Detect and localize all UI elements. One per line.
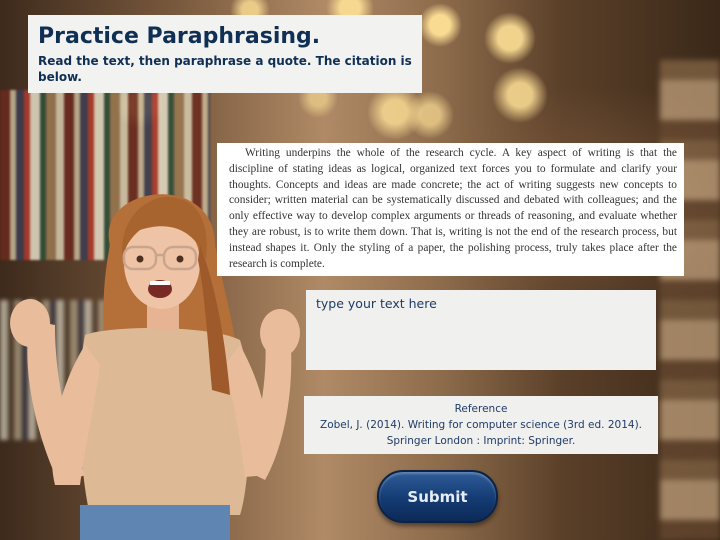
bookshelf-right	[660, 60, 720, 540]
title-panel: Practice Paraphrasing. Read the text, th…	[28, 15, 422, 93]
reference-heading: Reference	[454, 403, 508, 415]
page-title: Practice Paraphrasing.	[38, 24, 321, 49]
reference-line-1: Zobel, J. (2014). Writing for computer s…	[320, 419, 642, 431]
submit-button[interactable]: Submit	[377, 470, 498, 523]
paraphrase-input[interactable]	[306, 290, 656, 370]
reference-panel: Reference Zobel, J. (2014). Writing for …	[304, 396, 658, 454]
source-passage: Writing underpins the whole of the resea…	[217, 143, 684, 276]
reference-line-2: Springer London : Imprint: Springer.	[386, 435, 576, 447]
instructions-text: Read the text, then paraphrase a quote. …	[38, 54, 412, 84]
